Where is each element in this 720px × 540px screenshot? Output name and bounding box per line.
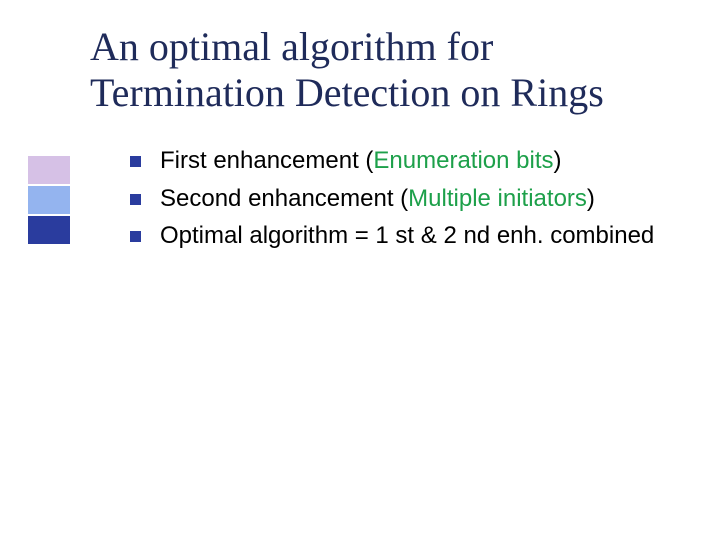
accent-stripe-2 bbox=[28, 186, 70, 214]
accent-stripe-1 bbox=[28, 156, 70, 184]
bullet-text-highlight: Multiple initiators bbox=[408, 185, 587, 212]
accent-stripe-3 bbox=[28, 216, 70, 244]
bullet-list: First enhancement (Enumeration bits) Sec… bbox=[130, 144, 672, 253]
slide-title: An optimal algorithm for Termination Det… bbox=[90, 24, 672, 116]
bullet-text-highlight: Enumeration bits bbox=[373, 147, 553, 174]
bullet-text-suffix: ) bbox=[587, 185, 595, 212]
bullet-text-prefix: Optimal algorithm = 1 st & 2 nd enh. com… bbox=[160, 222, 654, 249]
bullet-text-prefix: First enhancement ( bbox=[160, 147, 373, 174]
slide: An optimal algorithm for Termination Det… bbox=[0, 0, 720, 540]
list-item: Optimal algorithm = 1 st & 2 nd enh. com… bbox=[130, 219, 672, 253]
list-item: Second enhancement (Multiple initiators) bbox=[130, 182, 672, 216]
list-item: First enhancement (Enumeration bits) bbox=[130, 144, 672, 178]
bullet-text-prefix: Second enhancement ( bbox=[160, 185, 408, 212]
bullet-text-suffix: ) bbox=[554, 147, 562, 174]
